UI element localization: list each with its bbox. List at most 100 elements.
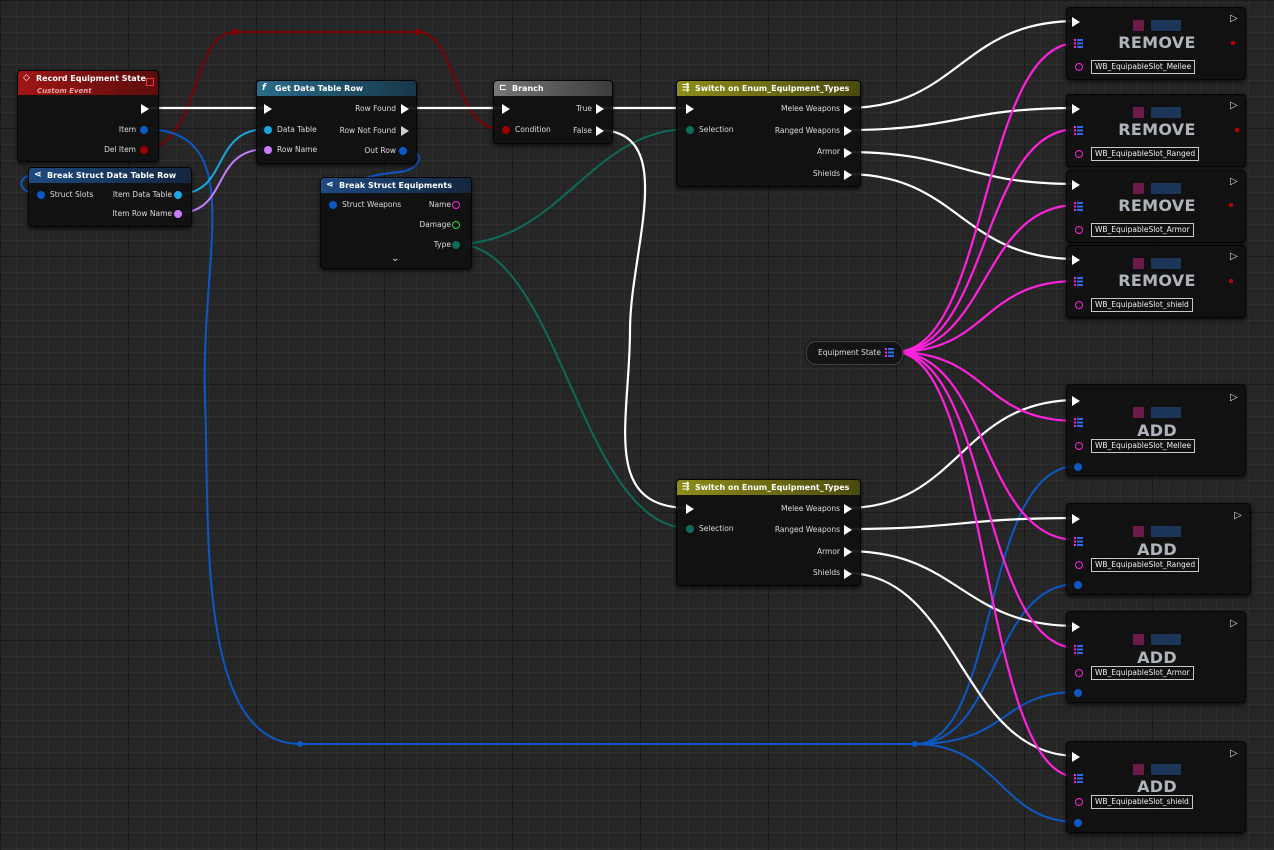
- break-struct-data-table-row-node[interactable]: ⋖ Break Struct Data Table Row Struct Slo…: [28, 167, 192, 227]
- melee-exec-pin[interactable]: [844, 504, 852, 514]
- exec-in-pin[interactable]: [264, 104, 272, 114]
- remove-node-mellee[interactable]: ▷ REMOVE WB_EquipableSlot_Mellee: [1066, 7, 1246, 80]
- exec-in-pin[interactable]: [1072, 104, 1080, 114]
- slot-reference-field[interactable]: WB_EquipableSlot_Mellee: [1091, 439, 1196, 453]
- exec-in-pin[interactable]: [1072, 180, 1080, 190]
- remove-node-ranged[interactable]: ▷ REMOVE WB_EquipableSlot_Ranged: [1066, 94, 1246, 167]
- del-item-pin[interactable]: [140, 146, 148, 154]
- remove-node-shield[interactable]: ▷ REMOVE WB_EquipableSlot_shield: [1066, 245, 1246, 318]
- exec-in-pin[interactable]: [1072, 17, 1080, 27]
- data-table-pin[interactable]: [264, 126, 272, 134]
- get-data-table-row-node[interactable]: f Get Data Table Row Row Found Data Tabl…: [256, 80, 417, 164]
- switch-enum-node-top[interactable]: ⇶ Switch on Enum_Equipment_Types Selecti…: [676, 80, 861, 187]
- add-node-armor[interactable]: ▷ ADD WB_EquipableSlot_Armor: [1066, 611, 1246, 703]
- condition-pin[interactable]: [502, 126, 510, 134]
- slot-reference-field[interactable]: WB_EquipableSlot_Ranged: [1091, 558, 1200, 572]
- bool-output-pin[interactable]: [1229, 279, 1233, 283]
- struct-input-pin[interactable]: [1074, 689, 1082, 697]
- shields-exec-pin[interactable]: [844, 569, 852, 579]
- slot-reference-field[interactable]: WB_EquipableSlot_shield: [1091, 298, 1193, 312]
- node-header[interactable]: ◇ Record Equipment State Custom Event: [18, 71, 158, 95]
- item-data-table-pin[interactable]: [174, 191, 182, 199]
- exec-in-pin[interactable]: [686, 104, 694, 114]
- pin-label-type: Type: [433, 240, 451, 249]
- item-pin[interactable]: [140, 126, 148, 134]
- slot-object-pin[interactable]: [1075, 226, 1083, 234]
- exec-out-pin-icon[interactable]: ▷: [1230, 13, 1238, 24]
- armor-exec-pin[interactable]: [844, 547, 852, 557]
- selection-pin[interactable]: [686, 525, 694, 533]
- exec-in-pin[interactable]: [1072, 255, 1080, 265]
- damage-pin[interactable]: [452, 221, 460, 229]
- slot-object-pin[interactable]: [1075, 63, 1083, 71]
- remove-node-armor[interactable]: ▷ REMOVE WB_EquipableSlot_Armor: [1066, 170, 1246, 243]
- add-node-shield[interactable]: ▷ ADD WB_EquipableSlot_shield: [1066, 741, 1246, 833]
- selection-pin[interactable]: [686, 126, 694, 134]
- expand-chevron-icon[interactable]: ⌄: [391, 253, 399, 264]
- slot-object-pin[interactable]: [1075, 301, 1083, 309]
- slot-object-pin[interactable]: [1075, 442, 1083, 450]
- slot-reference-field[interactable]: WB_EquipableSlot_Mellee: [1091, 60, 1196, 74]
- armor-exec-pin[interactable]: [844, 148, 852, 158]
- bool-output-pin[interactable]: [1231, 41, 1235, 45]
- equipment-state-variable[interactable]: Equipment State: [806, 341, 903, 365]
- exec-out-pin-icon[interactable]: ▷: [1234, 510, 1242, 521]
- struct-slots-pin[interactable]: [37, 191, 45, 199]
- brush-swatch-icon: [1133, 634, 1144, 645]
- break-struct-equipments-node[interactable]: ⋖ Break Struct Equipments Struct Weapons…: [320, 177, 472, 269]
- slot-object-pin[interactable]: [1075, 669, 1083, 677]
- slot-object-pin[interactable]: [1075, 150, 1083, 158]
- type-pin[interactable]: [452, 241, 460, 249]
- add-node-ranged[interactable]: ▷ ADD WB_EquipableSlot_Ranged: [1066, 503, 1251, 595]
- exec-out-pin-icon[interactable]: ▷: [1230, 748, 1238, 759]
- slot-reference-field[interactable]: WB_EquipableSlot_Armor: [1091, 666, 1194, 680]
- exec-in-pin[interactable]: [686, 504, 694, 514]
- ranged-exec-pin[interactable]: [844, 525, 852, 535]
- node-header[interactable]: ⊏ Branch: [494, 81, 612, 96]
- exec-in-pin[interactable]: [1072, 752, 1080, 762]
- branch-node[interactable]: ⊏ Branch True Condition False: [493, 80, 613, 144]
- row-found-exec-pin[interactable]: [401, 104, 409, 114]
- exec-out-pin-icon[interactable]: ▷: [1230, 618, 1238, 629]
- bool-output-pin[interactable]: [1229, 203, 1233, 207]
- exec-out-pin[interactable]: [141, 104, 149, 114]
- node-header[interactable]: f Get Data Table Row: [257, 81, 416, 96]
- melee-exec-pin[interactable]: [844, 104, 852, 114]
- slot-object-pin[interactable]: [1075, 561, 1083, 569]
- exec-in-pin[interactable]: [1072, 514, 1080, 524]
- exec-in-pin[interactable]: [502, 104, 510, 114]
- out-row-pin[interactable]: [399, 147, 407, 155]
- array-pin-icon[interactable]: [885, 348, 894, 357]
- exec-out-pin-icon[interactable]: ▷: [1230, 100, 1238, 111]
- switch-enum-node-bottom[interactable]: ⇶ Switch on Enum_Equipment_Types Selecti…: [676, 479, 861, 586]
- shields-exec-pin[interactable]: [844, 170, 852, 180]
- delegate-pin-icon[interactable]: [146, 78, 154, 86]
- node-header[interactable]: ⋖ Break Struct Equipments: [321, 178, 471, 193]
- node-header[interactable]: ⇶ Switch on Enum_Equipment_Types: [677, 81, 860, 96]
- add-node-mellee[interactable]: ▷ ADD WB_EquipableSlot_Mellee: [1066, 384, 1246, 476]
- item-row-name-pin[interactable]: [174, 210, 182, 218]
- struct-input-pin[interactable]: [1074, 581, 1082, 589]
- bool-output-pin[interactable]: [1235, 128, 1239, 132]
- slot-object-pin[interactable]: [1075, 798, 1083, 806]
- exec-out-pin-icon[interactable]: ▷: [1230, 392, 1238, 403]
- node-header[interactable]: ⋖ Break Struct Data Table Row: [29, 168, 191, 183]
- true-exec-pin[interactable]: [596, 104, 604, 114]
- record-equipment-state-node[interactable]: ◇ Record Equipment State Custom Event It…: [17, 70, 159, 162]
- row-name-pin[interactable]: [264, 146, 272, 154]
- ranged-exec-pin[interactable]: [844, 126, 852, 136]
- slot-reference-field[interactable]: WB_EquipableSlot_Ranged: [1091, 147, 1200, 161]
- struct-input-pin[interactable]: [1074, 463, 1082, 471]
- exec-in-pin[interactable]: [1072, 622, 1080, 632]
- false-exec-pin[interactable]: [596, 126, 604, 136]
- node-header[interactable]: ⇶ Switch on Enum_Equipment_Types: [677, 480, 860, 495]
- slot-reference-field[interactable]: WB_EquipableSlot_Armor: [1091, 223, 1194, 237]
- struct-input-pin[interactable]: [1074, 819, 1082, 827]
- name-pin[interactable]: [452, 201, 460, 209]
- exec-in-pin[interactable]: [1072, 396, 1080, 406]
- exec-out-pin-icon[interactable]: ▷: [1230, 176, 1238, 187]
- struct-weapons-pin[interactable]: [329, 201, 337, 209]
- slot-reference-field[interactable]: WB_EquipableSlot_shield: [1091, 795, 1193, 809]
- exec-out-pin-icon[interactable]: ▷: [1230, 251, 1238, 262]
- row-not-found-exec-pin[interactable]: [401, 126, 409, 136]
